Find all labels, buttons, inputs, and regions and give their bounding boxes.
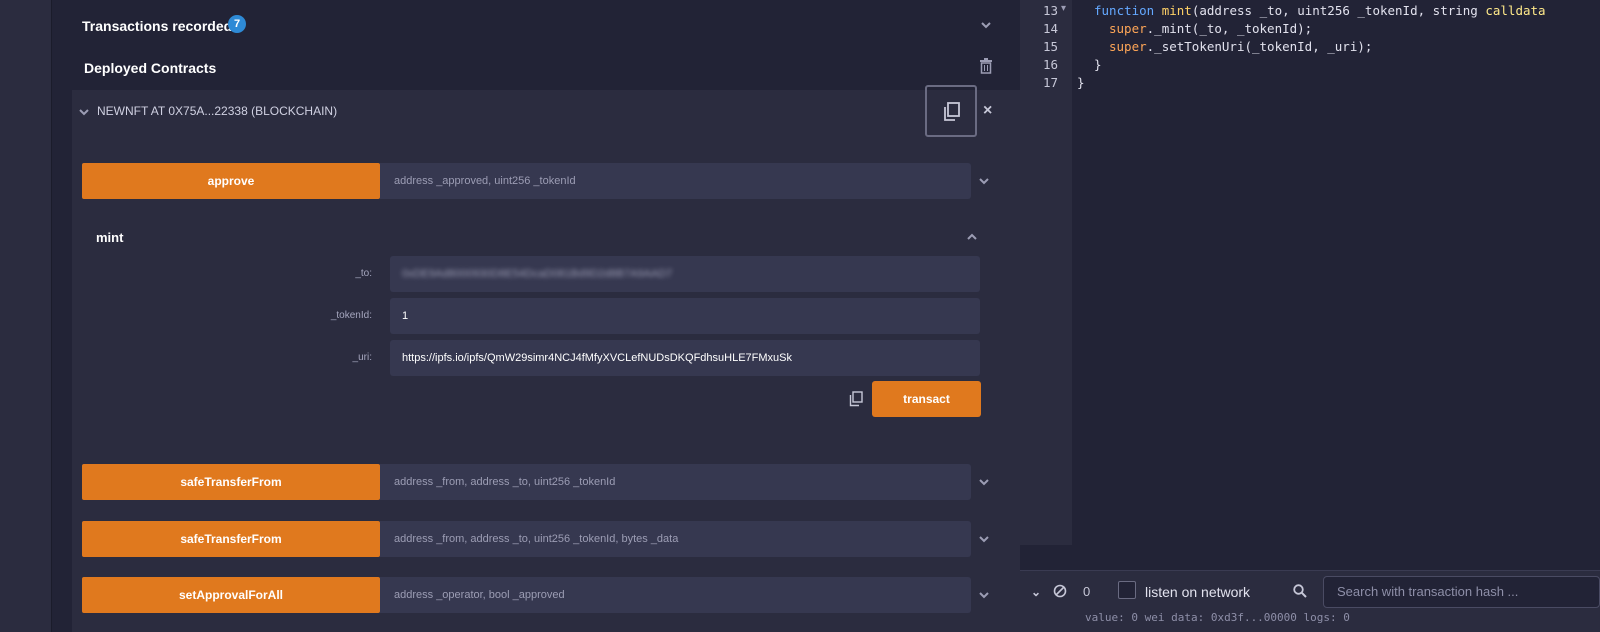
- chevron-down-icon[interactable]: [78, 105, 90, 117]
- trash-icon[interactable]: [979, 58, 993, 74]
- safe-transfer-from-input[interactable]: address _from, address _to, uint256 _tok…: [380, 464, 971, 500]
- set-approval-for-all-input[interactable]: address _operator, bool _approved: [380, 577, 971, 613]
- copy-address-button[interactable]: [925, 85, 977, 137]
- terminal-log-line: value: 0 wei data: 0xd3f...00000 logs: 0: [1085, 611, 1350, 624]
- safe-transfer-from-data-input[interactable]: address _from, address _to, uint256 _tok…: [380, 521, 971, 557]
- pending-tx-count: 0: [1083, 584, 1091, 599]
- tokenid-input[interactable]: 1: [390, 298, 980, 334]
- code-line-16: }: [1094, 57, 1102, 72]
- mint-title: mint: [96, 230, 124, 245]
- search-icon[interactable]: [1293, 584, 1307, 598]
- chevron-down-icon[interactable]: [978, 589, 990, 601]
- contract-title[interactable]: NEWNFT AT 0X75A...22338 (BLOCKCHAIN): [97, 104, 337, 118]
- transact-button[interactable]: transact: [872, 381, 981, 417]
- search-input[interactable]: Search with transaction hash ...: [1323, 576, 1600, 608]
- transactions-recorded-label: Transactions recorded: [82, 18, 233, 34]
- chevron-down-icon[interactable]: [980, 19, 992, 31]
- code-editor[interactable]: [1020, 0, 1600, 545]
- line-number: 14: [1042, 21, 1058, 36]
- line-number: 17: [1042, 75, 1058, 90]
- set-approval-for-all-button[interactable]: setApprovalForAll: [82, 577, 380, 613]
- chevron-down-icon[interactable]: [978, 175, 990, 187]
- transactions-count-badge: 7: [228, 15, 246, 33]
- close-icon[interactable]: ×: [983, 102, 992, 120]
- to-input[interactable]: 0xDE9Ad8000930D8E54DcaD081Bd9D2d8B7A9AAD…: [390, 256, 980, 292]
- listen-checkbox[interactable]: [1118, 581, 1136, 599]
- deployed-contracts-label: Deployed Contracts: [84, 60, 217, 76]
- code-line-17: }: [1077, 75, 1085, 90]
- copy-calldata-icon[interactable]: [849, 391, 863, 407]
- chevron-up-icon[interactable]: [966, 231, 978, 243]
- approve-button[interactable]: approve: [82, 163, 380, 199]
- code-line-13: function mint(address _to, uint256 _toke…: [1094, 3, 1546, 18]
- code-line-15: super._setTokenUri(_tokenId, _uri);: [1109, 39, 1373, 54]
- safe-transfer-from-button[interactable]: safeTransferFrom: [82, 464, 380, 500]
- tokenid-label: _tokenId:: [330, 310, 372, 321]
- code-line-14: super._mint(_to, _tokenId);: [1109, 21, 1313, 36]
- to-value: 0xDE9Ad8000930D8E54DcaD081Bd9D2d8B7A9AAD…: [402, 268, 673, 280]
- chevron-down-icon[interactable]: [978, 476, 990, 488]
- safe-transfer-from-data-button[interactable]: safeTransferFrom: [82, 521, 380, 557]
- listen-label: listen on network: [1145, 584, 1251, 600]
- collapse-terminal-icon[interactable]: ⌄: [1031, 585, 1041, 599]
- line-number: 13: [1042, 3, 1058, 18]
- uri-input[interactable]: https://ipfs.io/ipfs/QmW29simr4NCJ4fMfyX…: [390, 340, 980, 376]
- to-label: _to:: [355, 268, 372, 279]
- approve-input[interactable]: address _approved, uint256 _tokenId: [380, 163, 971, 199]
- fold-icon[interactable]: ▾: [1061, 3, 1066, 14]
- uri-label: _uri:: [352, 352, 372, 363]
- icon-panel: [0, 0, 52, 632]
- line-number: 16: [1042, 57, 1058, 72]
- chevron-down-icon[interactable]: [978, 533, 990, 545]
- line-number: 15: [1042, 39, 1058, 54]
- clear-console-icon[interactable]: [1053, 584, 1067, 598]
